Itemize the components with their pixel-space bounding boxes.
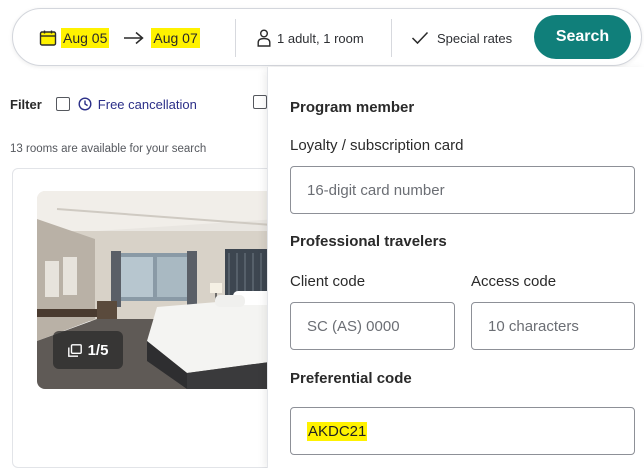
guests-selector[interactable]: 1 adult, 1 room bbox=[257, 26, 364, 50]
divider bbox=[391, 19, 392, 57]
client-code-label: Client code bbox=[290, 273, 366, 290]
special-rates-toggle[interactable]: Special rates bbox=[411, 26, 512, 50]
preferential-code-value[interactable]: AKDC21 bbox=[307, 421, 368, 441]
free-cancellation-checkbox[interactable] bbox=[55, 97, 70, 111]
preferential-code-field[interactable]: AKDC21 bbox=[290, 407, 635, 455]
search-bar: Aug 05 Aug 07 1 adult, 1 room Special ra… bbox=[12, 8, 642, 66]
clock-icon bbox=[78, 97, 92, 111]
filter-label: Filter bbox=[10, 96, 42, 112]
photo-counter-badge[interactable]: 1/5 bbox=[53, 331, 123, 369]
room-photo[interactable]: 1/5 bbox=[37, 191, 277, 389]
room-card: 1/5 bbox=[12, 168, 282, 468]
loyalty-card-label: Loyalty / subscription card bbox=[290, 137, 464, 154]
loyalty-card-field[interactable] bbox=[290, 166, 635, 214]
checkout-date[interactable]: Aug 07 bbox=[151, 28, 200, 48]
client-code-field[interactable] bbox=[290, 302, 455, 350]
special-rates-panel: Program member Loyalty / subscription ca… bbox=[267, 67, 644, 468]
program-member-title: Program member bbox=[290, 99, 415, 116]
free-cancellation-label[interactable]: Free cancellation bbox=[98, 97, 197, 112]
access-code-input[interactable] bbox=[488, 317, 618, 335]
checkin-date[interactable]: Aug 05 bbox=[61, 28, 110, 48]
divider bbox=[235, 19, 236, 57]
preferential-code-label: Preferential code bbox=[290, 370, 412, 387]
calendar-icon bbox=[39, 30, 57, 46]
filter-checkbox[interactable] bbox=[253, 95, 267, 109]
person-icon bbox=[257, 29, 271, 47]
checkmark-icon bbox=[411, 31, 429, 45]
gallery-icon bbox=[67, 343, 82, 357]
access-code-label: Access code bbox=[471, 273, 557, 290]
arrow-right-icon bbox=[124, 31, 145, 45]
filter-row: Filter Free cancellation bbox=[10, 95, 197, 113]
photo-counter: 1/5 bbox=[87, 341, 109, 359]
results-count: 13 rooms are available for your search bbox=[10, 143, 207, 155]
access-code-field[interactable] bbox=[471, 302, 635, 350]
loyalty-card-input[interactable] bbox=[307, 181, 618, 199]
client-code-input[interactable] bbox=[307, 317, 438, 335]
search-button[interactable]: Search bbox=[534, 15, 631, 59]
guests-label: 1 adult, 1 room bbox=[277, 30, 364, 46]
special-rates-label: Special rates bbox=[437, 30, 513, 46]
date-range[interactable]: Aug 05 Aug 07 bbox=[39, 26, 200, 50]
professional-travelers-title: Professional travelers bbox=[290, 233, 447, 250]
